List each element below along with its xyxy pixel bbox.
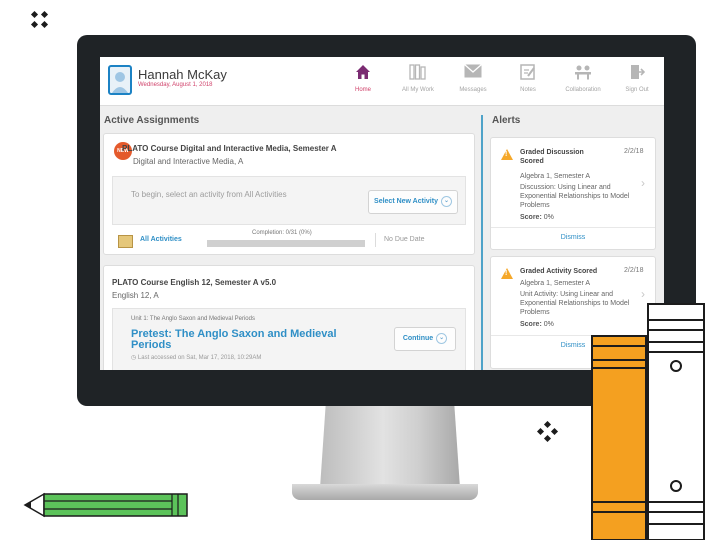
warning-icon: ! bbox=[501, 268, 513, 279]
footer-separator bbox=[375, 233, 376, 247]
select-new-activity-button[interactable]: Select New Activity ⌄ bbox=[368, 190, 458, 214]
alert-date: 2/2/18 bbox=[624, 267, 644, 274]
chevron-down-icon: ⌄ bbox=[440, 195, 452, 207]
select-new-activity-label: Select New Activity bbox=[374, 198, 438, 205]
chevron-right-icon[interactable]: › bbox=[641, 176, 645, 190]
collaboration-icon bbox=[558, 64, 608, 82]
alert-course: Algebra 1, Semester A bbox=[520, 173, 591, 180]
completion-progress-bar bbox=[207, 240, 365, 247]
books-illustration bbox=[591, 303, 705, 540]
sparkle-icon bbox=[537, 421, 559, 443]
app-screen: Hannah McKay Wednesday, August 1, 2018 H… bbox=[100, 57, 664, 370]
activity-footer: All Activities Completion: 0/31 (0%) No … bbox=[112, 230, 464, 250]
nav-sign-out[interactable]: Sign Out bbox=[612, 64, 662, 93]
assignment-card-digital-media: NEW PLATO Course Digital and Interactive… bbox=[103, 133, 475, 255]
nav-all-my-work[interactable]: All My Work bbox=[393, 64, 443, 93]
completion-label: Completion: 0/31 (0%) bbox=[252, 230, 312, 236]
section-divider bbox=[481, 115, 483, 370]
user-name: Hannah McKay bbox=[138, 67, 227, 82]
alert-score: Score: 0% bbox=[520, 321, 554, 328]
alert-description: Discussion: Using Linear and Exponential… bbox=[520, 184, 630, 209]
alert-date: 2/2/18 bbox=[624, 148, 644, 155]
book-icon bbox=[118, 235, 133, 248]
last-accessed-text: Last accessed on Sat, Mar 17, 2018, 10:2… bbox=[137, 355, 262, 361]
unit-label: Unit 1: The Anglo Saxon and Medieval Per… bbox=[131, 316, 255, 322]
nav-home-label: Home bbox=[354, 87, 371, 93]
sign-out-icon bbox=[612, 64, 662, 82]
chevron-down-icon: ⌄ bbox=[436, 332, 448, 344]
nav-all-my-work-label: All My Work bbox=[402, 87, 434, 93]
alert-title: Graded Activity Scored bbox=[520, 268, 598, 275]
continue-button[interactable]: Continue ⌄ bbox=[394, 327, 456, 351]
nav-messages-label: Messages bbox=[459, 87, 487, 93]
alert-score: Score: 0% bbox=[520, 214, 554, 221]
envelope-icon bbox=[448, 64, 498, 82]
decorative-dots-icon bbox=[30, 10, 49, 29]
assignment-card-english-12: PLATO Course English 12, Semester A v5.0… bbox=[103, 265, 475, 370]
score-value: 0% bbox=[543, 214, 554, 221]
alerts-heading: Alerts bbox=[492, 115, 521, 126]
nav-home[interactable]: Home bbox=[338, 64, 388, 93]
alert-title: Graded Discussion Scored bbox=[520, 149, 584, 165]
alert-card: ! Graded Discussion Scored 2/2/18 Algebr… bbox=[490, 137, 656, 250]
lesson-panel: Unit 1: The Anglo Saxon and Medieval Per… bbox=[112, 308, 466, 370]
course-subtitle: English 12, A bbox=[112, 291, 159, 300]
nav-collaboration-label: Collaboration bbox=[565, 87, 601, 93]
continue-label: Continue bbox=[402, 335, 434, 342]
warning-icon: ! bbox=[501, 149, 513, 160]
app-header: Hannah McKay Wednesday, August 1, 2018 H… bbox=[100, 57, 664, 106]
nav-collaboration[interactable]: Collaboration bbox=[558, 64, 608, 93]
course-title[interactable]: PLATO Course English 12, Semester A v5.0 bbox=[112, 278, 276, 287]
clock-icon: ◷ bbox=[131, 355, 138, 361]
activity-prompt-panel: To begin, select an activity from All Ac… bbox=[112, 176, 466, 225]
active-assignments-heading: Active Assignments bbox=[104, 115, 200, 126]
avatar[interactable] bbox=[108, 65, 132, 95]
nav-messages[interactable]: Messages bbox=[448, 64, 498, 93]
chevron-right-icon[interactable]: › bbox=[641, 287, 645, 301]
user-silhouette-icon bbox=[112, 72, 128, 93]
books-icon bbox=[393, 64, 443, 82]
monitor-stand bbox=[320, 406, 460, 488]
score-label: Score: bbox=[520, 214, 542, 221]
alert-course: Algebra 1, Semester A bbox=[520, 280, 591, 287]
notes-icon bbox=[503, 64, 553, 82]
all-activities-link[interactable]: All Activities bbox=[140, 236, 182, 243]
last-accessed: ◷ Last accessed on Sat, Mar 17, 2018, 10… bbox=[131, 354, 261, 361]
lesson-title-link[interactable]: Pretest: The Anglo Saxon and Medieval Pe… bbox=[131, 329, 371, 351]
activity-hint: To begin, select an activity from All Ac… bbox=[131, 190, 287, 199]
current-date: Wednesday, August 1, 2018 bbox=[138, 82, 213, 88]
monitor-base bbox=[292, 484, 478, 500]
course-title[interactable]: PLATO Course Digital and Interactive Med… bbox=[122, 144, 337, 153]
home-icon bbox=[338, 64, 388, 82]
nav-sign-out-label: Sign Out bbox=[625, 87, 649, 93]
nav-notes[interactable]: Notes bbox=[503, 64, 553, 93]
score-value: 0% bbox=[543, 321, 554, 328]
course-subtitle: Digital and Interactive Media, A bbox=[133, 157, 244, 166]
due-date: No Due Date bbox=[384, 236, 425, 243]
score-label: Score: bbox=[520, 321, 542, 328]
pencil-icon bbox=[23, 492, 188, 518]
nav-notes-label: Notes bbox=[520, 87, 536, 93]
dismiss-link[interactable]: Dismiss bbox=[491, 234, 655, 241]
alert-divider bbox=[491, 227, 655, 228]
